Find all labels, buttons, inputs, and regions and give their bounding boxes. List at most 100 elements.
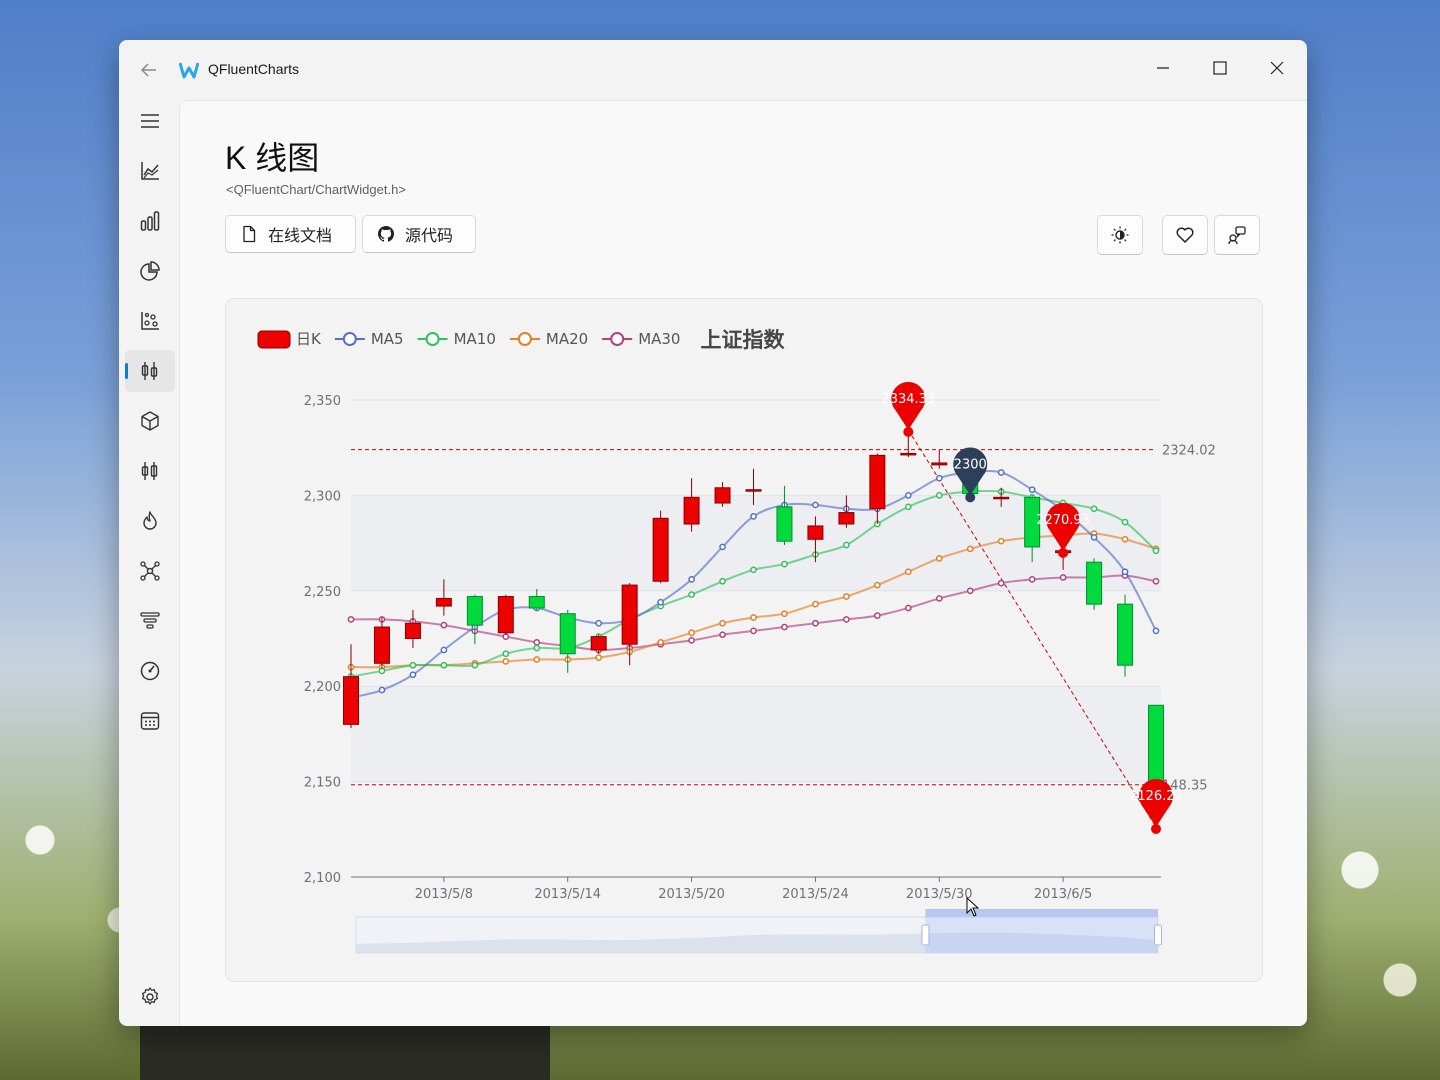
nav-pie-chart[interactable] [125, 250, 175, 292]
ma30-point [812, 619, 819, 627]
y-tick-label: 2,350 [304, 394, 341, 409]
source-code-label: 源代码 [405, 226, 454, 245]
ma30-point [1059, 574, 1067, 581]
ma20-point [812, 600, 819, 608]
ma10-point [719, 577, 726, 585]
nav-funnel[interactable] [125, 600, 175, 642]
close-button[interactable] [1254, 50, 1300, 86]
ma20-point [750, 614, 757, 621]
settings-icon [141, 987, 159, 1005]
maximize-icon [1213, 61, 1227, 75]
data-zoom-handle[interactable] [1154, 924, 1162, 946]
candlestick-chart-icon [141, 362, 158, 380]
candle-body [559, 613, 576, 655]
nav-candlestick-chart[interactable] [125, 350, 175, 392]
ma30-point [719, 631, 726, 639]
y-tick-label: 2,100 [304, 871, 341, 886]
nav-gauge[interactable] [125, 650, 175, 692]
x-tick-label: 2013/5/20 [658, 887, 725, 902]
navigation-sidebar [119, 100, 179, 1026]
ma20-point [533, 656, 541, 663]
ma10-point [1090, 505, 1098, 513]
back-button[interactable] [139, 60, 161, 82]
x-tick-label: 2013/5/14 [534, 887, 601, 902]
ma30-point [966, 587, 974, 595]
legend-label: 日K [296, 330, 322, 348]
ma30-point [935, 595, 943, 602]
ma30-point [904, 604, 912, 612]
nav-heatmap[interactable] [125, 500, 175, 542]
nav-menu-toggle[interactable] [125, 100, 175, 142]
ma5-point [904, 492, 912, 499]
mark-point-label: 2300 [954, 457, 987, 472]
ma10-point [904, 503, 912, 511]
legend-swatch-circle [517, 332, 532, 346]
ma10-point [1121, 518, 1129, 526]
candle-body [343, 676, 359, 725]
ma20-point [997, 537, 1005, 545]
candle-body [590, 636, 607, 651]
source-code-button[interactable]: 源代码 [362, 215, 476, 253]
online-docs-button[interactable]: 在线文档 [225, 215, 356, 253]
ma10-point [409, 661, 417, 669]
ma30-point [533, 638, 541, 646]
legend-label: MA5 [371, 330, 404, 348]
page-subtitle: <QFluentChart/ChartWidget.h> [226, 182, 406, 197]
x-tick-label: 2013/6/5 [1034, 887, 1092, 902]
nav-calendar[interactable] [125, 700, 175, 742]
minimize-button[interactable] [1140, 50, 1186, 86]
nav-3d-chart[interactable] [125, 400, 175, 442]
ma20-point [657, 638, 664, 646]
ma5-point [1121, 568, 1129, 576]
ma30-point [1152, 577, 1160, 585]
nav-line-chart[interactable] [125, 150, 175, 192]
ma30-point [502, 633, 510, 640]
menu-icon [141, 114, 159, 128]
nav-candlestick-alt[interactable] [125, 450, 175, 492]
close-icon [1270, 61, 1284, 75]
ma20-point [1121, 535, 1129, 543]
ma5-point [935, 474, 943, 482]
ma10-point [843, 541, 850, 549]
flame-icon [143, 511, 157, 530]
ma5-point [378, 686, 386, 694]
maximize-button[interactable] [1197, 50, 1243, 86]
mark-point-pin: 2300 [953, 447, 988, 503]
ma30-point [843, 616, 850, 623]
candle-body [1117, 603, 1134, 666]
ma30-point [781, 623, 788, 631]
legend-label: MA30 [638, 330, 680, 348]
nav-graph[interactable] [125, 550, 175, 592]
x-tick-label: 2013/5/8 [415, 887, 473, 902]
ma5-point [1152, 627, 1160, 635]
ma5-point [750, 513, 757, 520]
candle-body [838, 512, 855, 525]
line-chart-icon [141, 162, 159, 180]
legend-label: MA10 [454, 330, 496, 348]
data-zoom-window[interactable] [925, 917, 1158, 953]
candle-body [869, 454, 886, 510]
nav-scatter-chart[interactable] [125, 300, 175, 342]
ma10-point [781, 560, 788, 568]
feedback-button[interactable] [1214, 215, 1260, 255]
app-window: QFluentCharts K 线图 <QFluentChart/ChartWi… [119, 40, 1307, 1026]
nav-settings[interactable] [125, 976, 175, 1018]
ma30-point [750, 627, 757, 635]
candlestick-chart[interactable]: 2,100 2,150 2,200 2,250 2,300 2,350 2013/5/8 20… [226, 299, 1262, 981]
ma30-point [1028, 576, 1036, 583]
nav-bar-chart[interactable] [125, 200, 175, 242]
y-tick-label: 2,150 [304, 776, 341, 791]
candlestick-alt-icon [141, 462, 158, 480]
ma5-point [657, 598, 664, 606]
ma20-point [843, 593, 850, 600]
favorite-button[interactable] [1162, 215, 1208, 255]
candle-body [435, 597, 452, 607]
theme-toggle-button[interactable] [1097, 215, 1143, 255]
ma30-point [873, 612, 881, 619]
cube-icon [141, 411, 159, 431]
ma20-point [966, 545, 974, 553]
legend-swatch-kline [257, 330, 291, 349]
github-icon [377, 226, 395, 242]
data-zoom-handle[interactable] [921, 924, 930, 946]
title-bar: QFluentCharts [119, 40, 1307, 100]
